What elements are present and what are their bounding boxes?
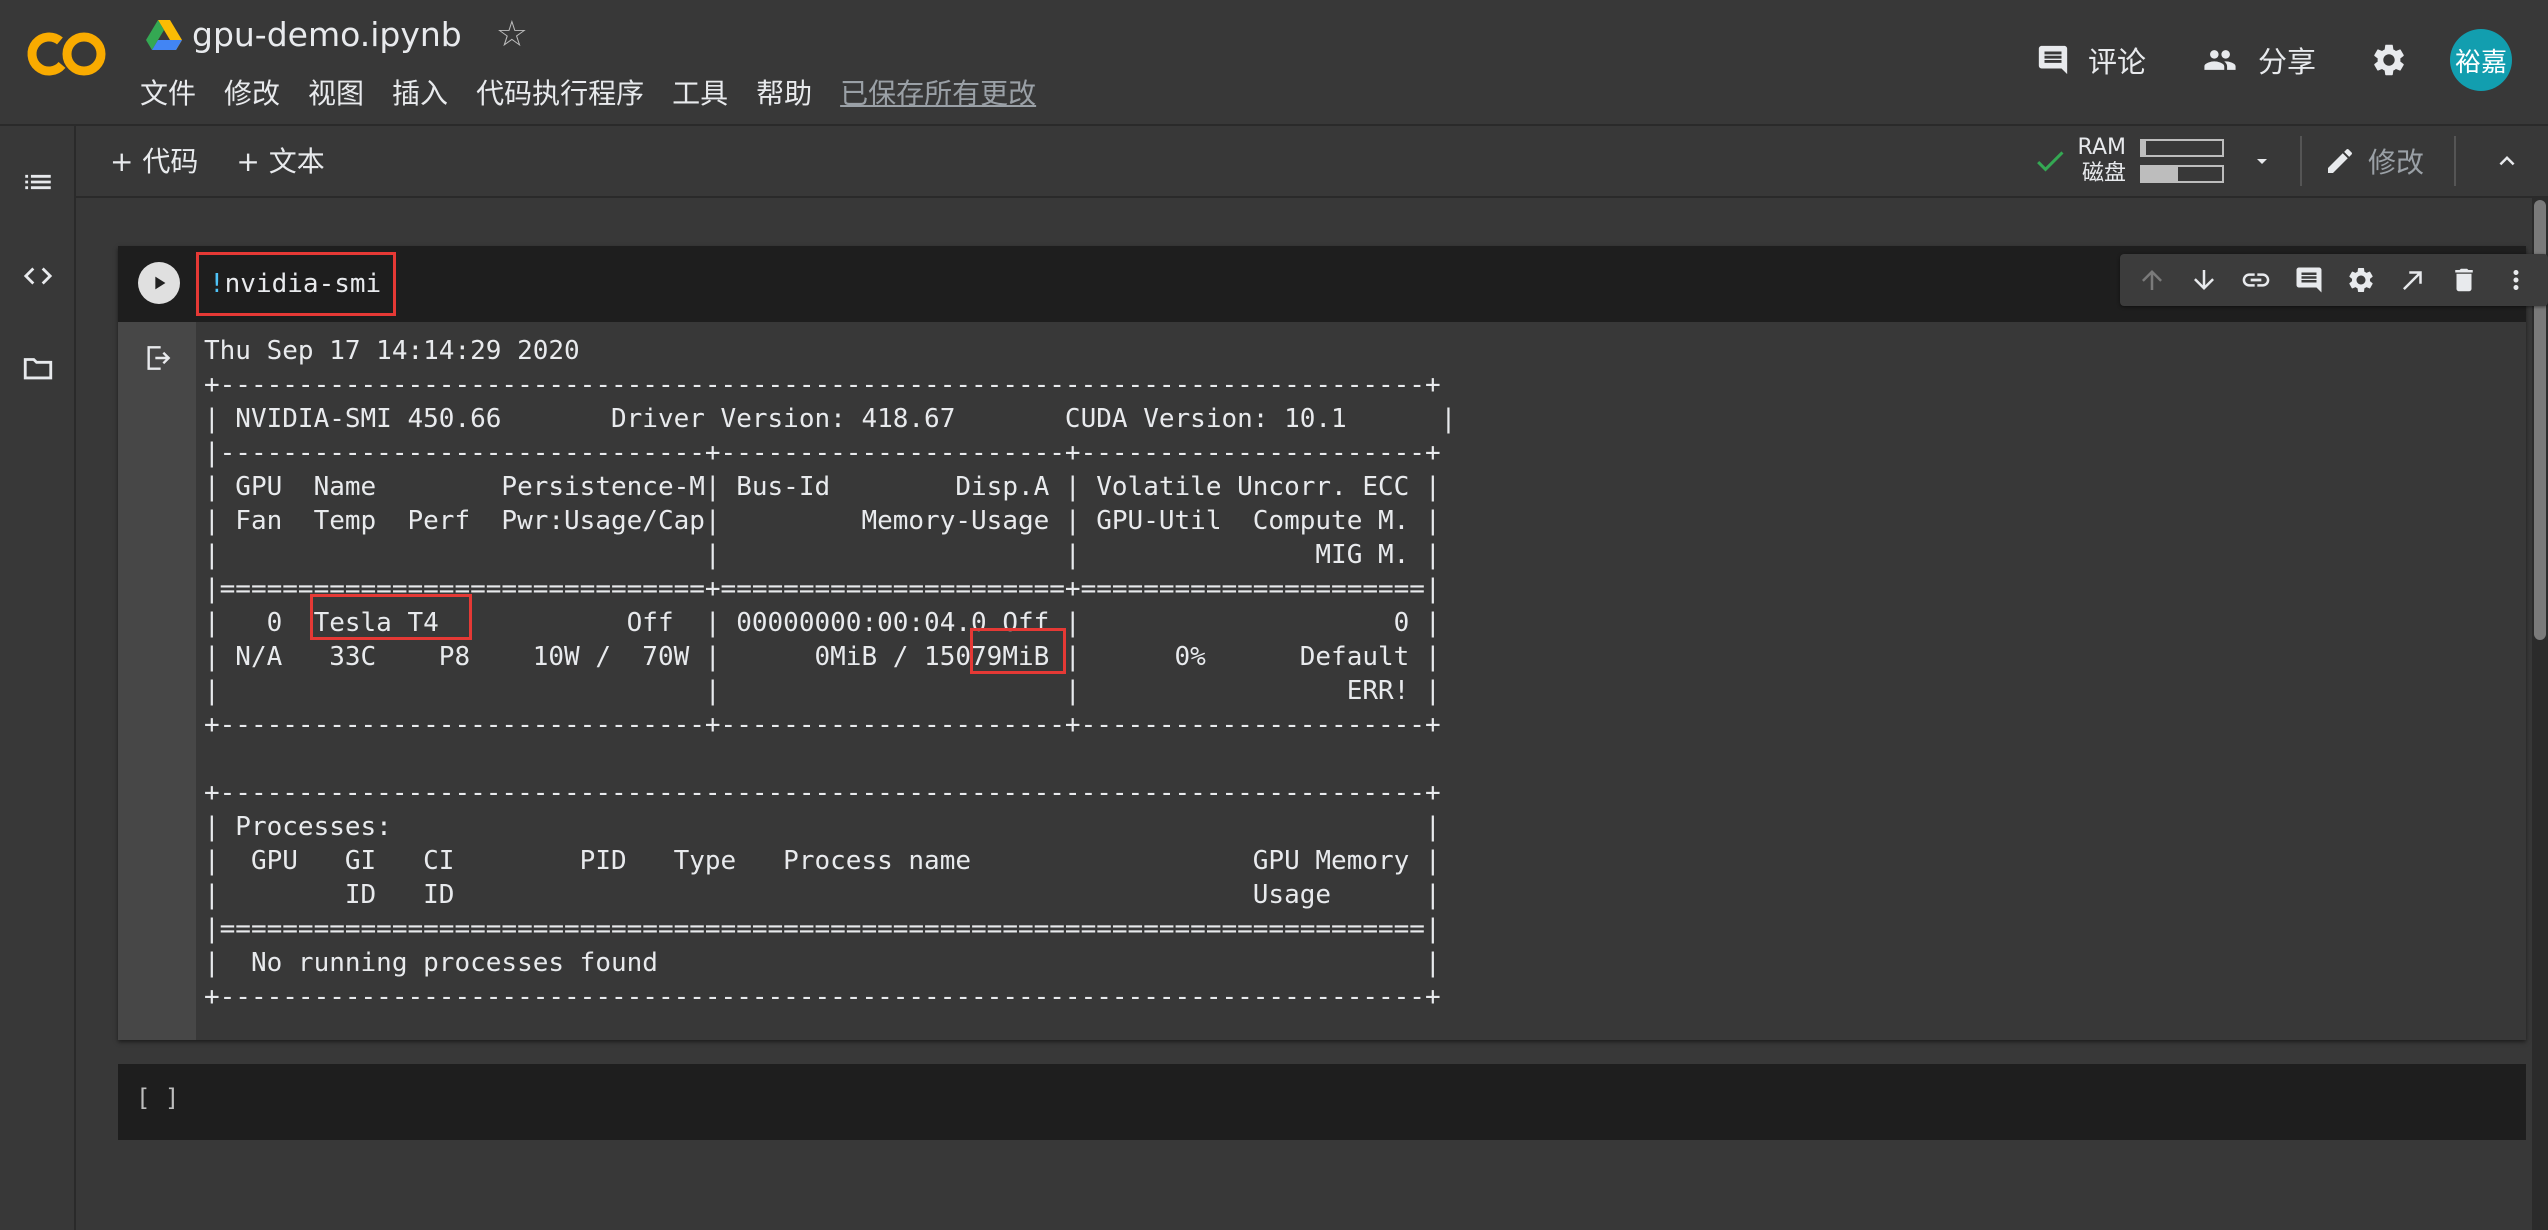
clear-output-icon[interactable] <box>142 342 174 374</box>
menu-file[interactable]: 文件 <box>140 72 196 112</box>
chevron-up-icon[interactable] <box>2492 146 2522 176</box>
vertical-scrollbar[interactable] <box>2532 198 2548 1230</box>
menu-tools[interactable]: 工具 <box>672 72 728 112</box>
menu-view[interactable]: 视图 <box>308 72 364 112</box>
notebook-title[interactable]: gpu-demo.ipynb <box>192 15 462 54</box>
cell-output: Thu Sep 17 14:14:29 2020 +--------------… <box>118 322 2526 1040</box>
disk-bar-fill <box>2141 167 2178 181</box>
toolbar-divider <box>2299 136 2302 186</box>
more-vert-icon[interactable] <box>2501 265 2531 295</box>
comment-button[interactable]: 评论 <box>2036 39 2146 81</box>
table-of-contents-icon[interactable] <box>18 162 58 202</box>
menu-edit[interactable]: 修改 <box>224 72 280 112</box>
colab-logo[interactable] <box>24 26 110 82</box>
code-cell[interactable]: !nvidia-smi Thu Sep 17 14:14:29 2020 +--… <box>118 246 2548 1040</box>
menu-insert[interactable]: 插入 <box>392 72 448 112</box>
run-cell-button[interactable] <box>138 262 180 304</box>
open-in-new-icon[interactable] <box>2398 265 2428 295</box>
move-up-icon[interactable] <box>2137 265 2167 295</box>
code-highlight-box <box>310 594 472 640</box>
disk-label: 磁盘 <box>2081 161 2126 186</box>
play-icon <box>155 276 166 290</box>
link-icon[interactable] <box>2240 264 2272 296</box>
settings-button[interactable] <box>2370 41 2408 79</box>
edit-mode-button[interactable]: 修改 <box>2324 141 2424 181</box>
shell-bang: ! <box>209 269 225 299</box>
move-down-icon[interactable] <box>2189 265 2219 295</box>
comment-cell-icon[interactable] <box>2294 265 2324 295</box>
notebook-main: !nvidia-smi Thu Sep 17 14:14:29 2020 +--… <box>76 198 2548 1230</box>
cell-run-indicator[interactable]: [ ] <box>136 1084 179 1112</box>
delete-icon[interactable] <box>2449 265 2479 295</box>
menu-runtime[interactable]: 代码执行程序 <box>476 72 644 112</box>
empty-code-cell[interactable]: [ ] <box>118 1064 2526 1140</box>
code-editor[interactable]: !nvidia-smi <box>196 252 397 316</box>
menu-help[interactable]: 帮助 <box>756 72 812 112</box>
left-sidebar <box>0 126 76 1230</box>
cell-toolbar <box>2120 254 2548 306</box>
connected-check-icon <box>2036 151 2064 172</box>
ram-label: RAM <box>2077 135 2126 160</box>
output-area: Thu Sep 17 14:14:29 2020 +--------------… <box>196 322 2526 1040</box>
resource-meters[interactable] <box>2139 135 2224 187</box>
share-button[interactable]: 分享 <box>2200 39 2316 81</box>
toolbar-divider-2 <box>2454 136 2456 186</box>
ram-bar-fill <box>2141 141 2146 155</box>
share-label: 分享 <box>2257 45 2316 79</box>
disk-bar <box>2139 165 2224 183</box>
ram-bar <box>2139 139 2224 157</box>
google-drive-icon[interactable] <box>146 18 182 50</box>
menu-bar: 文件 修改 视图 插入 代码执行程序 工具 帮助 已保存所有更改 <box>140 72 1036 112</box>
title-row: gpu-demo.ipynb ☆ <box>146 12 528 56</box>
memory-highlight-box <box>970 628 1066 674</box>
save-status-link[interactable]: 已保存所有更改 <box>840 72 1036 112</box>
edit-label: 修改 <box>2367 146 2424 179</box>
gear-icon <box>2374 44 2404 76</box>
star-icon[interactable]: ☆ <box>496 14 528 55</box>
nvidia-smi-output: Thu Sep 17 14:14:29 2020 +--------------… <box>204 336 1457 1012</box>
add-text-button[interactable]: + 文本 <box>236 140 324 180</box>
pencil-icon <box>2327 148 2352 173</box>
notebook-toolbar: + 代码 + 文本 RAM 磁盘 修改 <box>76 126 2548 198</box>
code-command: nvidia-smi <box>224 269 382 299</box>
app-header: gpu-demo.ipynb ☆ 文件 修改 视图 插入 代码执行程序 工具 帮… <box>0 0 2548 126</box>
output-gutter <box>118 322 196 1040</box>
comment-label: 评论 <box>2087 45 2146 79</box>
comment-icon <box>2038 45 2068 75</box>
cell-settings-icon[interactable] <box>2346 265 2376 295</box>
header-actions: 评论 分享 裕嘉 <box>2036 24 2512 96</box>
people-icon <box>2204 50 2236 70</box>
add-code-button[interactable]: + 代码 <box>110 140 198 180</box>
resource-labels[interactable]: RAM 磁盘 <box>2078 135 2126 187</box>
chevron-down-icon[interactable] <box>2250 149 2274 173</box>
folder-icon[interactable] <box>18 348 58 388</box>
code-snippets-icon[interactable] <box>18 256 58 296</box>
user-avatar[interactable]: 裕嘉 <box>2450 29 2512 91</box>
